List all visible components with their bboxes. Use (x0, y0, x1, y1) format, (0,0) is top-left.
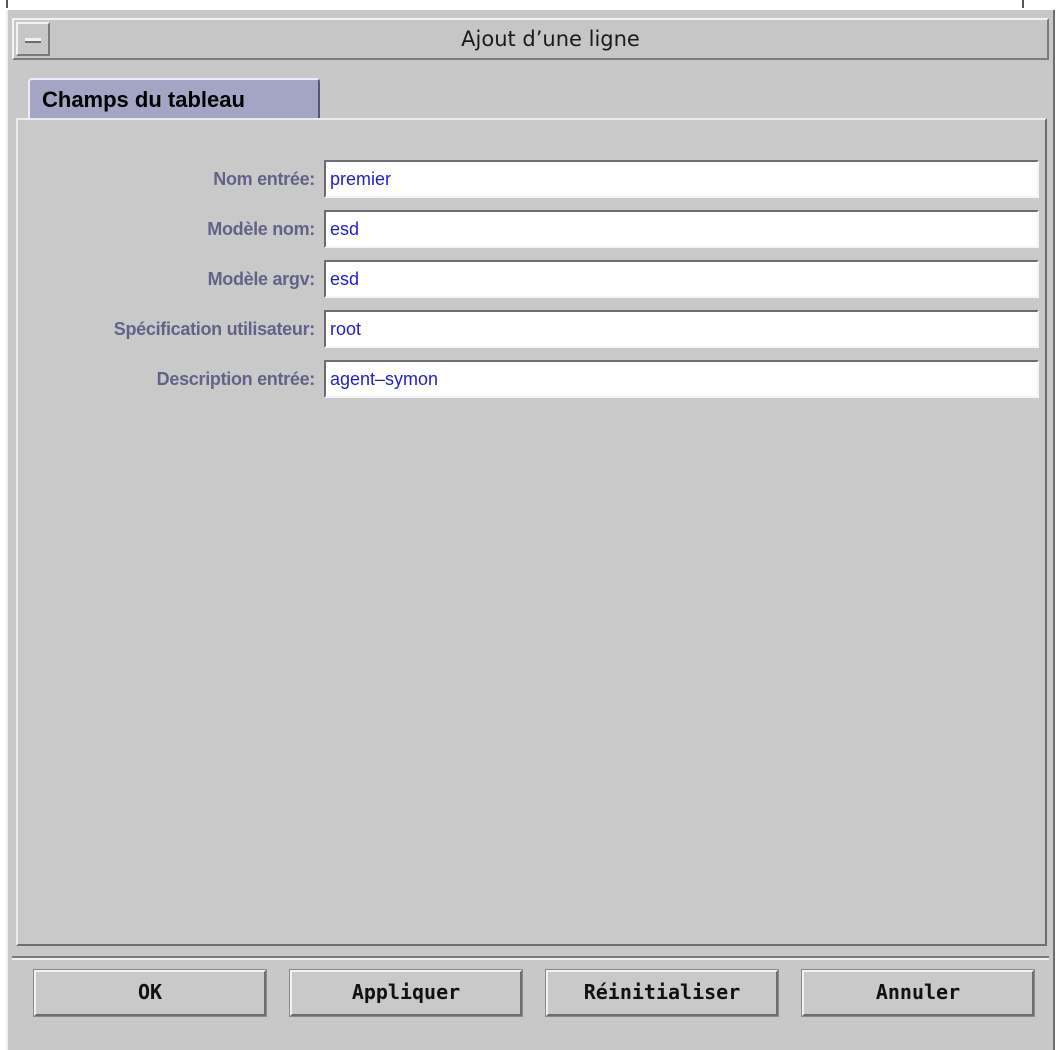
form-row-modele-nom: Modèle nom: (18, 210, 1045, 248)
reset-button[interactable]: Réinitialiser (545, 969, 779, 1017)
window-frame-mark (6, 0, 8, 8)
form-row-nom-entree: Nom entrée: (18, 160, 1045, 198)
nom-entree-input[interactable] (324, 160, 1039, 198)
form-row-description-entree: Description entrée: (18, 360, 1045, 398)
description-entree-input[interactable] (324, 360, 1039, 398)
apply-button[interactable]: Appliquer (289, 969, 523, 1017)
window-title: Ajout d’une ligne (461, 27, 640, 51)
form-panel: Nom entrée: Modèle nom: Modèle argv: Spé… (16, 118, 1047, 946)
modele-nom-input[interactable] (324, 210, 1039, 248)
field-label: Modèle argv: (207, 269, 316, 289)
window-menu-icon (25, 38, 41, 43)
form-row-specification-utilisateur: Spécification utilisateur: (18, 310, 1045, 348)
tab-champs-du-tableau[interactable]: Champs du tableau (28, 78, 320, 119)
form-row-modele-argv: Modèle argv: (18, 260, 1045, 298)
separator (12, 956, 1049, 960)
dialog-window: Ajout d’une ligne Champs du tableau Nom … (6, 10, 1055, 1050)
field-label: Description entrée: (156, 369, 316, 389)
field-label: Spécification utilisateur: (113, 319, 316, 339)
field-label: Modèle nom: (207, 219, 315, 239)
cancel-button[interactable]: Annuler (801, 969, 1035, 1017)
window-frame-mark (1022, 0, 1024, 8)
ok-button[interactable]: OK (33, 969, 267, 1017)
window-menu-button[interactable] (16, 22, 50, 56)
field-label: Nom entrée: (213, 169, 315, 189)
tab-label: Champs du tableau (42, 87, 245, 112)
modele-argv-input[interactable] (324, 260, 1039, 298)
specification-utilisateur-input[interactable] (324, 310, 1039, 348)
title-bar[interactable]: Ajout d’une ligne (12, 18, 1049, 60)
